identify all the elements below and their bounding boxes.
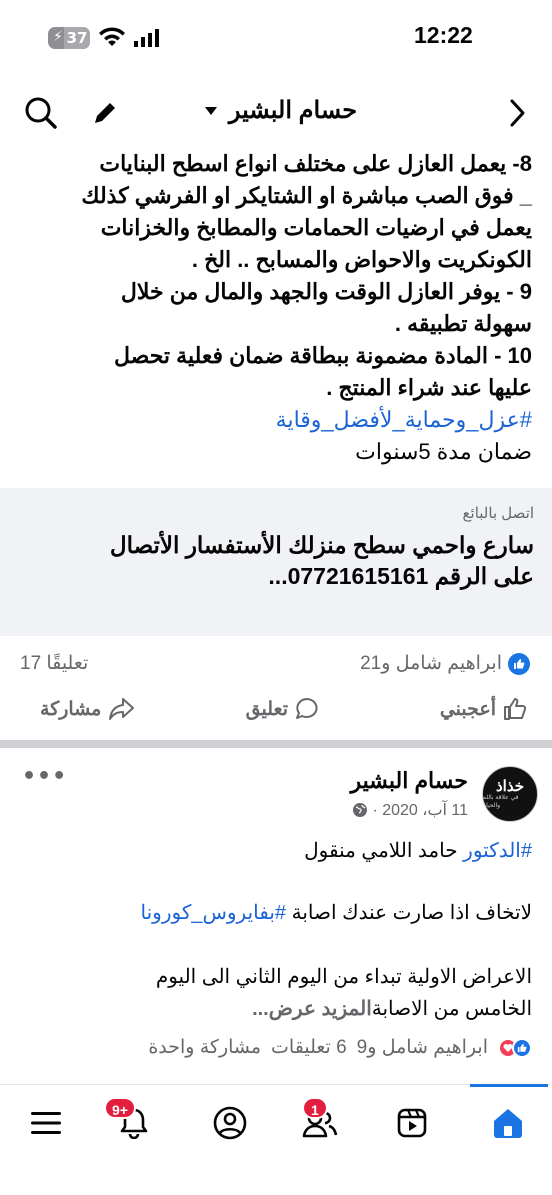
seller-message: سارع واحمي سطح منزلك الأستفسار الأتصال ع… <box>14 530 534 592</box>
seller-message-line: على الرقم 07721615161... <box>268 563 534 589</box>
post-line: سهولة تطبيقه . <box>394 311 532 336</box>
post-line: يعمل في ارضيات الحمامات والمطابخ والخزان… <box>100 215 532 240</box>
see-more-link[interactable]: المزيد عرض... <box>252 998 372 1020</box>
search-icon[interactable] <box>22 94 60 132</box>
post2-line: #الدكتور حامد اللامي منقول <box>18 836 532 866</box>
friends-badge: 1 <box>302 1097 328 1119</box>
more-options-icon[interactable]: ••• <box>22 764 67 789</box>
battery-charging-icon: ⚡ 37 <box>48 27 90 49</box>
post-line: _ فوق الصب مباشرة او الشتايكر او الفرشي … <box>81 183 532 208</box>
bottom-nav: 9+ 1 <box>0 1084 552 1195</box>
notifications-badge: 9+ <box>104 1097 136 1119</box>
reactions-summary: ابراهيم شامل و21 17 تعليقًا <box>0 646 552 684</box>
post2-line: الخامس من الاصابةالمزيد عرض... <box>18 994 532 1024</box>
post-line: 10 - المادة مضمونة ببطاقة ضمان فعلية تحص… <box>113 343 532 368</box>
comment-button[interactable]: تعليق <box>246 696 320 722</box>
contact-seller-box[interactable]: اتصل بالبائع سارع واحمي سطح منزلك الأستف… <box>0 488 552 636</box>
page-title[interactable]: حسام البشير <box>186 96 376 125</box>
like-button[interactable]: أعجبني <box>440 696 528 722</box>
post2-comments-count[interactable]: 6 تعليقات <box>271 1036 347 1059</box>
contact-seller-label: اتصل بالبائع <box>462 505 534 522</box>
post2-reactions-summary[interactable]: ابراهيم شامل و9 6 تعليقات مشاركة واحدة <box>12 1036 532 1059</box>
post-text: 8- يعمل العازل على مختلف انواع اسطح البن… <box>18 148 532 468</box>
like-reaction-icon <box>508 652 530 675</box>
like-reaction-icon <box>512 1037 532 1058</box>
hashtag-link[interactable]: #عزل_وحماية_لأفضل_وقاية <box>18 404 532 436</box>
comment-label: تعليق <box>245 698 288 720</box>
thumbs-up-icon <box>504 698 527 720</box>
video-icon[interactable] <box>390 1101 434 1145</box>
comment-bubble-icon <box>296 698 318 719</box>
share-arrow-icon <box>109 698 135 720</box>
likes-summary[interactable]: ابراهيم شامل و21 <box>360 652 530 675</box>
post-line: 9 - يوفر العازل الوقت والجهد والمال من خ… <box>120 279 532 304</box>
avatar[interactable]: خذاذ في علاقة بالله والحياة <box>482 766 538 822</box>
edit-pencil-icon[interactable] <box>86 94 124 132</box>
hashtag-link[interactable]: #الدكتور <box>463 840 532 862</box>
menu-icon[interactable] <box>24 1101 68 1145</box>
reaction-badges <box>498 1037 532 1058</box>
post2-likes-text: ابراهيم شامل و9 <box>356 1037 488 1058</box>
likes-text: ابراهيم شامل و21 <box>360 653 502 674</box>
like-label: أعجبني <box>439 698 496 720</box>
avatar-logo-text: خذاذ <box>496 777 524 795</box>
avatar-logo-subtext: في علاقة بالله والحياة <box>483 794 519 809</box>
post2-meta: 11 آب، 2020 · <box>352 800 468 820</box>
post2-author[interactable]: حسام البشير <box>350 768 468 794</box>
home-icon[interactable] <box>486 1101 530 1145</box>
battery-level: 37 <box>64 27 90 49</box>
post-line: ضمان مدة 5سنوات <box>355 439 532 464</box>
share-button[interactable]: مشاركة <box>40 696 135 722</box>
globe-icon <box>353 803 368 817</box>
active-tab-indicator <box>470 1084 548 1087</box>
seller-message-line: سارع واحمي سطح منزلك الأستفسار الأتصال <box>109 532 534 558</box>
post2-shares-count[interactable]: مشاركة واحدة <box>148 1036 261 1059</box>
post2-date[interactable]: 11 آب، 2020 · <box>372 800 468 820</box>
post2-header: خذاذ في علاقة بالله والحياة حسام البشير … <box>0 760 552 830</box>
post-divider <box>0 740 552 748</box>
share-label: مشاركة <box>40 698 102 720</box>
comments-count[interactable]: 17 تعليقًا <box>20 652 88 675</box>
wifi-icon <box>99 27 125 46</box>
signal-icon <box>134 29 159 47</box>
clock: 12:22 <box>414 22 473 48</box>
post-line: عليها عند شراء المنتج . <box>326 375 532 400</box>
profile-icon[interactable] <box>208 1101 252 1145</box>
post-line: 8- يعمل العازل على مختلف انواع اسطح البن… <box>99 151 532 176</box>
hashtag-link[interactable]: #بفايروس_كورونا <box>141 902 287 924</box>
post2-line-text: الخامس من الاصابة <box>371 998 532 1020</box>
back-chevron-icon[interactable] <box>498 94 536 132</box>
post2-line: الاعراض الاولية تبداء من اليوم الثاني ال… <box>155 966 532 988</box>
top-bar: حسام البشير <box>0 84 552 142</box>
post2-line-text: حامد اللامي منقول <box>304 840 464 862</box>
post2-line: لاتخاف اذا صارت عندك اصابة #بفايروس_كورو… <box>18 898 532 928</box>
post-line: الكونكريت والاحواض والمسابح .. الخ . <box>191 247 532 272</box>
status-bar: ⚡ 37 12:22 <box>0 0 552 76</box>
post-actions: أعجبني تعليق مشاركة <box>0 690 552 734</box>
post2-line-text: لاتخاف اذا صارت عندك اصابة <box>286 902 532 924</box>
caret-down-icon[interactable] <box>204 106 217 115</box>
